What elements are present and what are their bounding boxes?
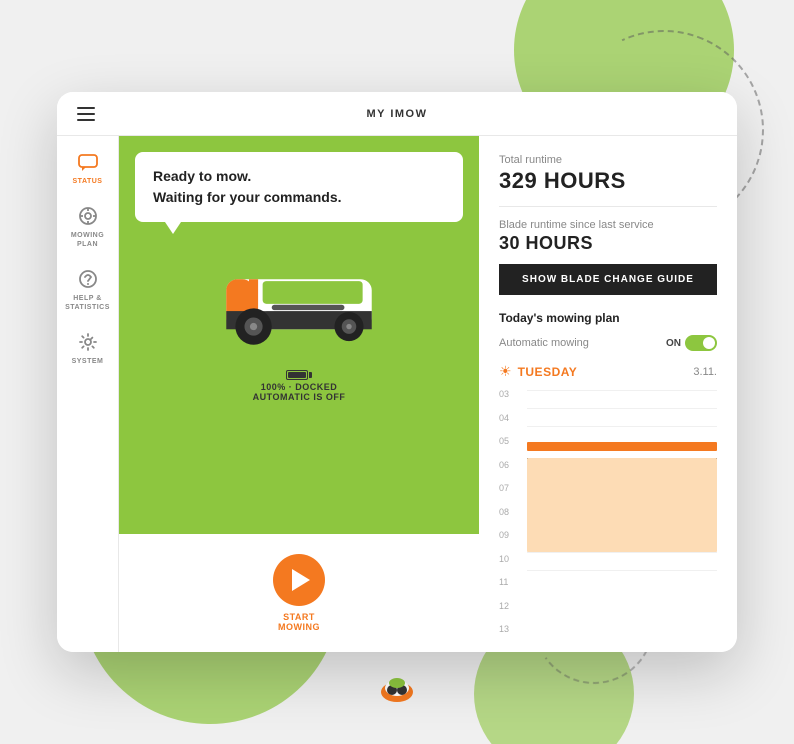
time-label-06: 06 [499, 461, 523, 470]
app-title: MY IMOW [366, 108, 427, 120]
time-label-03: 03 [499, 390, 523, 399]
sidebar-item-status[interactable]: STATUS [57, 146, 118, 194]
chart-bars [527, 390, 717, 570]
sidebar-item-system[interactable]: SYSTEM [57, 324, 118, 374]
grid-line-11 [527, 570, 717, 571]
chart-bar-solid [527, 442, 717, 451]
sidebar-item-help-statistics[interactable]: HELP & STATISTICS [57, 261, 118, 320]
status-text-line2: AUTOMATIC IS OFF [253, 392, 346, 402]
info-panel: Total runtime 329 HOURS Blade runtime si… [479, 136, 737, 652]
time-label-07: 07 [499, 484, 523, 493]
status-text-line1: 100% · DOCKED [253, 382, 346, 392]
blade-runtime-value: 30 HOURS [499, 233, 717, 254]
hamburger-menu-button[interactable] [73, 103, 99, 125]
time-label-08: 08 [499, 508, 523, 517]
sun-icon: ☀ [499, 363, 512, 380]
time-label-05: 05 [499, 437, 523, 446]
mowing-plan-icon [78, 206, 98, 229]
speech-line-1: Ready to mow. [153, 166, 445, 187]
day-row: ☀ TUESDAY 3.11. [499, 363, 717, 380]
total-runtime-value: 329 HOURS [499, 168, 717, 194]
main-content: STATUS MOWING PLAN [57, 136, 737, 652]
time-label-11: 11 [499, 578, 523, 587]
chart-bar-light [527, 458, 717, 552]
app-window: MY IMOW STATUS [57, 92, 737, 652]
help-statistics-icon [78, 269, 98, 292]
system-label: SYSTEM [72, 358, 104, 366]
time-label-04: 04 [499, 414, 523, 423]
auto-mowing-toggle[interactable] [685, 335, 717, 351]
sidebar-item-mowing-plan[interactable]: MOWING PLAN [57, 198, 118, 257]
mower-status: 100% · DOCKED AUTOMATIC IS OFF [253, 370, 346, 402]
mower-image-area [199, 252, 399, 352]
speech-line-2: Waiting for your commands. [153, 187, 445, 208]
bottom-action-area: STARTMOWING [119, 534, 479, 652]
mower-panel: Ready to mow. Waiting for your commands. [119, 136, 479, 534]
time-label-09: 09 [499, 531, 523, 540]
sidebar: STATUS MOWING PLAN [57, 136, 119, 652]
mower-illustration [199, 252, 399, 352]
status-label: STATUS [73, 178, 103, 186]
time-labels: 03 04 05 06 07 08 09 10 11 12 13 [499, 390, 523, 634]
mowing-plan-title: Today's mowing plan [499, 311, 717, 325]
battery-icon [286, 370, 312, 380]
grid-line-3 [527, 426, 717, 427]
title-bar: MY IMOW [57, 92, 737, 136]
timeline-chart: 03 04 05 06 07 08 09 10 11 12 13 [499, 390, 717, 634]
time-label-10: 10 [499, 555, 523, 564]
play-button-circle [273, 554, 325, 606]
system-icon [78, 332, 98, 355]
start-mowing-button[interactable]: STARTMOWING [273, 554, 325, 632]
divider-1 [499, 206, 717, 207]
time-label-12: 12 [499, 602, 523, 611]
robot-bottom-icon [379, 670, 415, 714]
mowing-plan-label: MOWING PLAN [61, 232, 114, 249]
top-section: Ready to mow. Waiting for your commands. [119, 136, 737, 652]
grid-line-1 [527, 390, 717, 391]
hamburger-line-1 [77, 107, 95, 109]
start-mowing-label: STARTMOWING [278, 612, 320, 632]
grid-line-10 [527, 552, 717, 553]
day-date: 3.11. [693, 366, 717, 378]
toggle-knob [703, 337, 715, 349]
grid-line-2 [527, 408, 717, 409]
blade-change-guide-button[interactable]: SHOW BLADE CHANGE GUIDE [499, 264, 717, 295]
toggle-on-indicator: ON [666, 335, 717, 351]
blade-runtime-label: Blade runtime since last service [499, 219, 717, 231]
auto-mowing-label: Automatic mowing [499, 337, 589, 349]
help-statistics-label: HELP & STATISTICS [61, 295, 114, 312]
hamburger-line-2 [77, 113, 95, 115]
status-icon [78, 154, 98, 175]
time-label-13: 13 [499, 625, 523, 634]
content-area: Ready to mow. Waiting for your commands. [119, 136, 737, 652]
play-icon [292, 569, 310, 591]
hamburger-line-3 [77, 119, 95, 121]
mowing-toggle-row: Automatic mowing ON [499, 335, 717, 351]
speech-bubble: Ready to mow. Waiting for your commands. [135, 152, 463, 222]
toggle-state-text: ON [666, 338, 681, 349]
day-name: TUESDAY [518, 365, 578, 379]
total-runtime-label: Total runtime [499, 154, 717, 166]
battery-status [253, 370, 346, 380]
